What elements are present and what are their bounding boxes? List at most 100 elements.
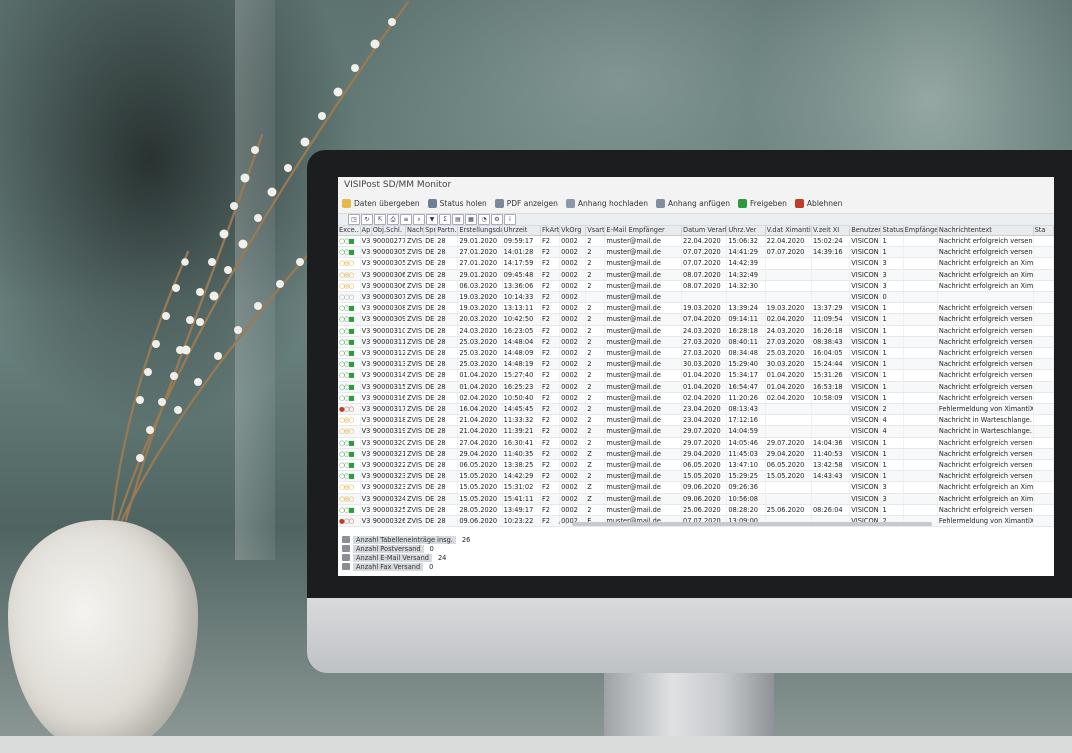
column-header[interactable]: VkOrg xyxy=(559,226,587,236)
print-icon[interactable]: ⎙ xyxy=(387,214,399,225)
table-row[interactable]: ○○○ V3 90000307 ZVIS DE 28 19.03.2020 10:14:33 F… xyxy=(338,291,1054,304)
table-cell: V3 xyxy=(360,437,372,449)
column-header[interactable]: Nach xyxy=(405,226,425,236)
table-row[interactable]: ○◎○ V3 90000305 ZVIS DE 28 27.01.2020 14:17:59 F… xyxy=(338,257,1054,270)
table-cell xyxy=(903,459,938,472)
column-header[interactable]: Datum Verarb. xyxy=(681,226,728,236)
column-header[interactable]: Uhrzeit xyxy=(502,226,541,236)
sort-icon[interactable]: ≡ xyxy=(400,214,412,225)
column-header[interactable]: Uhrz.Ver xyxy=(726,226,766,236)
column-header[interactable]: Sta xyxy=(1033,226,1054,236)
table-cell: Nachricht in Warteschlange. ... xyxy=(937,414,1034,427)
table-cell: VISICON xyxy=(849,235,882,248)
action-pdf-view-button[interactable]: PDF anzeigen xyxy=(494,198,558,208)
table-row[interactable]: ○○■ V3 90000313 ZVIS DE 28 25.03.2020 14:48:19 F… xyxy=(338,358,1054,371)
table-cell: Fehlermeldung von XimantiX, ... xyxy=(937,403,1034,416)
table-row[interactable]: ○○■ V3 90000323 ZVIS DE 28 15.05.2020 14:42:29 F… xyxy=(338,470,1054,483)
table-cell: DE xyxy=(423,414,437,427)
table-cell: 11:20:26 xyxy=(726,392,766,405)
table-row[interactable]: ○○■ V3 90000312 ZVIS DE 28 25.03.2020 14:48:09 F… xyxy=(338,347,1054,360)
table-row[interactable]: ●○○ V3 90000317 ZVIS DE 28 16.04.2020 14:45:45 F… xyxy=(338,403,1054,416)
table-cell: 10:56:08 xyxy=(726,493,766,505)
column-header[interactable]: Status xyxy=(880,226,904,236)
info-icon[interactable]: i xyxy=(504,214,516,225)
table-cell: 28 xyxy=(435,257,459,270)
filter-icon[interactable]: ▼ xyxy=(426,214,438,225)
table-cell: 90000313 xyxy=(371,358,406,371)
table-row[interactable]: ○○■ V3 90000309 ZVIS DE 28 20.03.2020 10:42:50 F… xyxy=(338,313,1054,326)
table-cell: Nachricht erfolgreich versendet xyxy=(937,392,1034,405)
table-row[interactable]: ○○■ V3 90000316 ZVIS DE 28 02.04.2020 10:50:40 F… xyxy=(338,392,1054,405)
table-cell: 0002 xyxy=(559,280,587,293)
column-header[interactable]: V.dat XimantiX xyxy=(765,226,812,236)
table-row[interactable]: ○○■ V3 90000322 ZVIS DE 28 06.05.2020 13:38:25 F… xyxy=(338,459,1054,472)
layout-icon[interactable]: ▤ xyxy=(452,214,464,225)
table-row[interactable]: ○○■ V3 90000321 ZVIS DE 28 29.04.2020 11:40:35 F… xyxy=(338,448,1054,461)
refresh-icon[interactable]: ↻ xyxy=(361,214,373,225)
column-header[interactable]: Ap xyxy=(360,226,372,236)
action-attach-button[interactable]: Anhang anfügen xyxy=(656,198,730,208)
table-cell xyxy=(1033,347,1054,360)
action-printer-status-button[interactable]: Status holen xyxy=(427,198,487,208)
table-cell: 02.04.2020 xyxy=(681,392,728,405)
table-row[interactable]: ○○■ V3 90000277 ZVIS DE 28 29.01.2020 09:59:17 F… xyxy=(338,235,1054,248)
table-cell: ZVIS xyxy=(405,313,425,326)
export-icon[interactable]: ⇱ xyxy=(374,214,386,225)
select-all-icon[interactable]: ◳ xyxy=(348,214,360,225)
table-row[interactable]: ○○■ V3 90000308 ZVIS DE 28 19.03.2020 13:13:11 F… xyxy=(338,302,1054,315)
table-row[interactable]: ○◎○ V3 90000306 ZVIS DE 28 29.01.2020 09:45:48 F… xyxy=(338,269,1054,281)
spreadsheet-icon[interactable]: ▦ xyxy=(465,214,477,225)
column-header[interactable]: Obj.Schl. xyxy=(371,226,406,236)
table-cell: 28 xyxy=(435,235,459,248)
action-upload-attachment-button[interactable]: Anhang hochladen xyxy=(565,198,648,208)
column-header[interactable]: V.zeit XI xyxy=(811,226,851,236)
column-header[interactable]: Nachrichtentext xyxy=(937,226,1034,236)
table-row[interactable]: ○○■ V3 90000315 ZVIS DE 28 01.04.2020 16:25:23 F… xyxy=(338,381,1054,393)
table-cell: 0002 xyxy=(559,291,587,304)
table-cell: 90000318 xyxy=(371,414,406,427)
table-cell: 13:39:24 xyxy=(726,302,766,315)
table-row[interactable]: ○○■ V3 90000320 ZVIS DE 28 27.04.2020 16:30:41 F… xyxy=(338,437,1054,449)
column-header[interactable]: FkArt xyxy=(540,226,561,236)
find-icon[interactable]: ⌕ xyxy=(413,214,425,225)
table-cell xyxy=(765,493,812,505)
column-header[interactable]: Benutzer xyxy=(849,226,882,236)
sum-icon[interactable]: Σ xyxy=(439,214,451,225)
table-cell: 28 xyxy=(435,291,459,304)
column-header[interactable]: Exce.. xyxy=(338,226,361,236)
scroll-right-icon[interactable]: › xyxy=(565,519,568,527)
horizontal-scrollbar[interactable]: ‹ › xyxy=(558,519,958,527)
table-row[interactable]: ○○■ V3 90000311 ZVIS DE 28 25.03.2020 14:48:04 F… xyxy=(338,336,1054,349)
table-cell: ZVIS xyxy=(405,280,425,293)
column-header[interactable]: Vsart xyxy=(585,226,606,236)
graphic-icon[interactable]: ◔ xyxy=(478,214,490,225)
table-row[interactable]: ○◎○ V3 90000319 ZVIS DE 28 21.04.2020 11:39:21 F… xyxy=(338,425,1054,438)
settings-icon[interactable]: ⚙ xyxy=(491,214,503,225)
table-row[interactable]: ○◎○ V3 90000318 ZVIS DE 28 21.04.2020 11:33:32 F… xyxy=(338,414,1054,427)
column-header[interactable]: Empfänger xyxy=(903,226,938,236)
column-header[interactable]: Erstellungsdat. xyxy=(457,226,503,236)
table-row[interactable]: ○◎○ V3 90000306 ZVIS DE 28 06.03.2020 13:36:06 F… xyxy=(338,280,1054,293)
action-green-flag-button[interactable]: Freigeben xyxy=(738,198,787,208)
scrollbar-thumb[interactable] xyxy=(572,522,932,526)
column-header[interactable]: E-Mail Empfänger xyxy=(604,226,682,236)
table-row[interactable]: ○○■ V3 90000314 ZVIS DE 28 01.04.2020 15:27:40 F… xyxy=(338,369,1054,382)
scroll-left-icon[interactable]: ‹ xyxy=(558,519,561,527)
table-row[interactable]: ○○■ V3 90000310 ZVIS DE 28 24.03.2020 16:23:05 F… xyxy=(338,325,1054,337)
table-cell: DE xyxy=(423,257,437,270)
column-header[interactable]: Partn. xyxy=(435,226,459,236)
table-cell: 3 xyxy=(880,481,904,494)
action-reject-button[interactable]: Ablehnen xyxy=(794,198,842,208)
table-cell: 29.07.2020 xyxy=(681,437,728,449)
table-cell: 25.03.2020 xyxy=(765,347,812,360)
status-lights: ○○■ xyxy=(338,437,361,449)
table-row[interactable]: ○○■ V3 90000305 ZVIS DE 28 27.01.2020 14:01:28 F… xyxy=(338,246,1054,259)
table-cell: 02.04.2020 xyxy=(765,313,812,326)
table-cell: Nachricht erfolgreich versendet xyxy=(937,504,1034,517)
table-row[interactable]: ○◎○ V3 90000323 ZVIS DE 28 15.05.2020 15:31:02 F… xyxy=(338,481,1054,494)
table-row[interactable]: ○○■ V3 90000325 ZVIS DE 28 28.05.2020 13:49:17 F… xyxy=(338,504,1054,517)
table-cell: 15:34:17 xyxy=(726,369,766,382)
action-folder-export-button[interactable]: Daten übergeben xyxy=(342,198,420,208)
column-header[interactable]: Spr. xyxy=(423,226,437,236)
table-row[interactable]: ○◎○ V3 90000324 ZVIS DE 28 15.05.2020 15:41:11 F… xyxy=(338,493,1054,505)
